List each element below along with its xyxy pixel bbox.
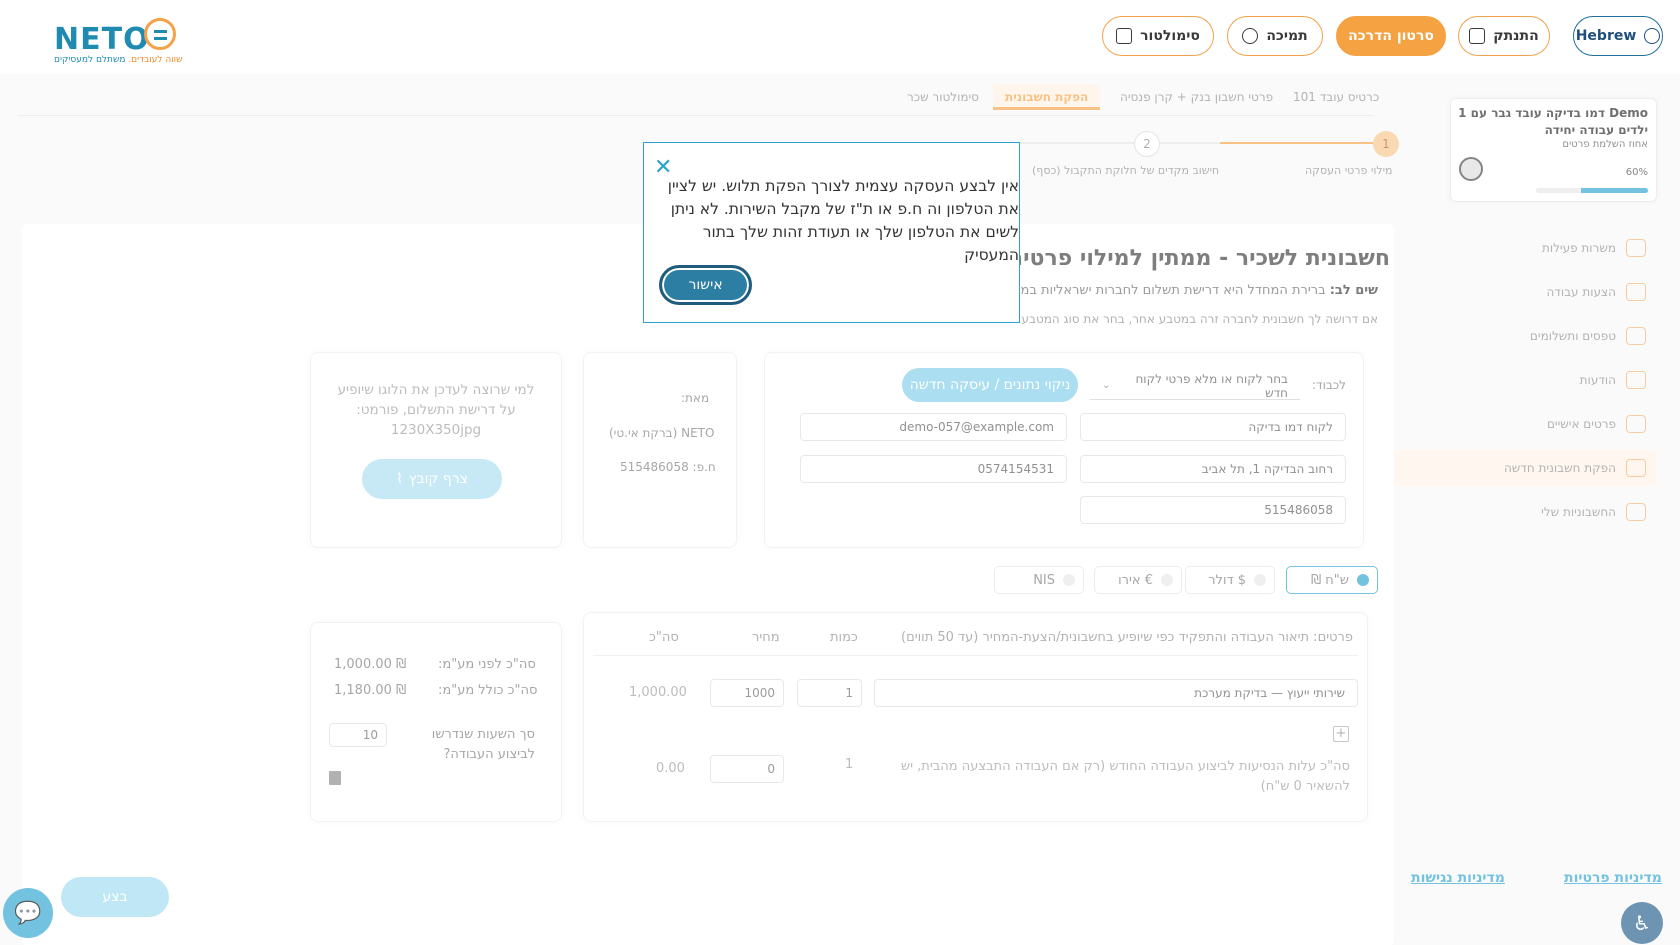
support-button[interactable]: תמיכה bbox=[1227, 16, 1323, 56]
neto-logo[interactable]: NETO שווה לעובדים. משתלם למעסיקים bbox=[54, 16, 184, 66]
tutorial-button[interactable]: סרטון הדרכה bbox=[1336, 16, 1446, 56]
logo-equals-icon bbox=[144, 18, 176, 50]
top-bar: NETO שווה לעובדים. משתלם למעסיקים Hebrew… bbox=[0, 0, 1680, 74]
dialog-message: אין לבצע העסקה עצמית לצורך הפקת תלוש. יש… bbox=[667, 177, 1019, 264]
chat-bubble-icon bbox=[1242, 28, 1259, 44]
confirm-button[interactable]: אישור bbox=[659, 265, 752, 305]
logout-button[interactable]: התנתק bbox=[1458, 16, 1550, 56]
calculator-icon bbox=[1116, 28, 1133, 44]
logout-icon bbox=[1469, 28, 1486, 44]
simulator-button[interactable]: סימולטור bbox=[1102, 16, 1214, 56]
globe-icon bbox=[1644, 28, 1661, 44]
warning-dialog: ✕ אין לבצע העסקה עצמית לצורך הפקת תלוש. … bbox=[643, 142, 1020, 323]
logo-tagline: שווה לעובדים. משתלם למעסיקים bbox=[54, 55, 183, 65]
logo-text: NETO bbox=[54, 22, 150, 57]
language-button[interactable]: Hebrew bbox=[1573, 16, 1663, 56]
